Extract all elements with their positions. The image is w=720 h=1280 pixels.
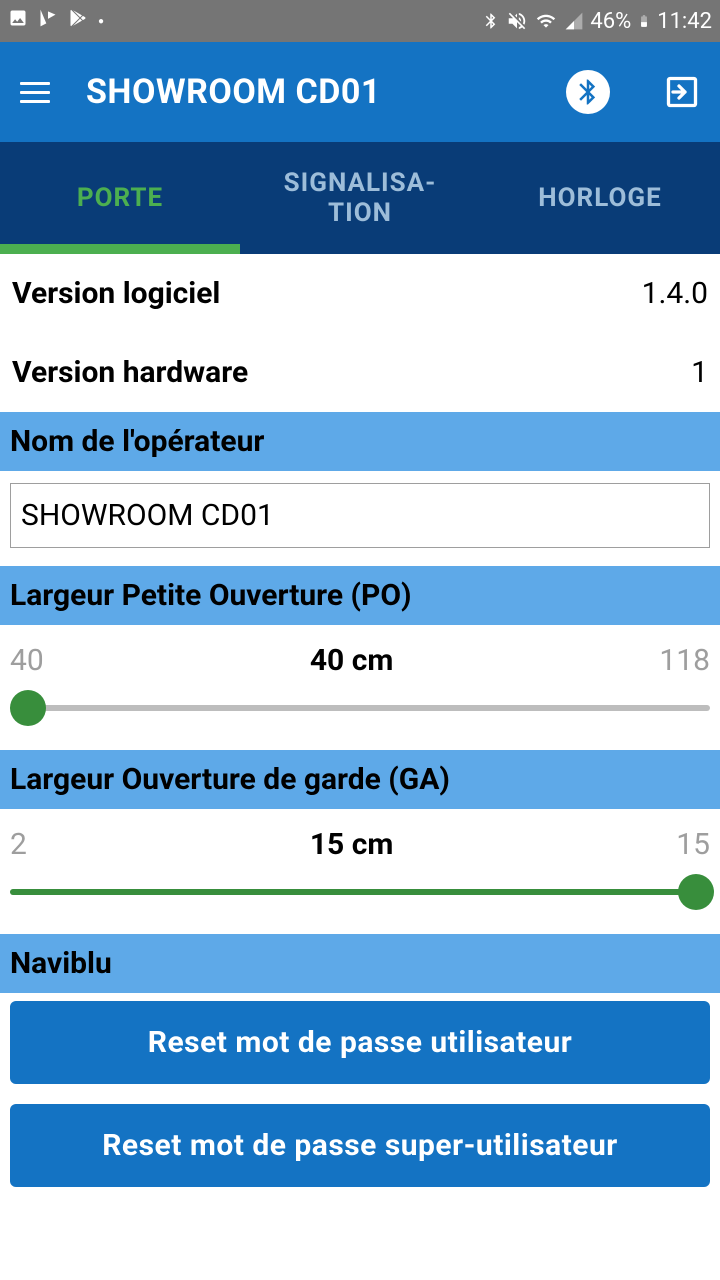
ga-header: Largeur Ouverture de garde (GA): [0, 750, 720, 809]
play-store-icon: [68, 8, 88, 34]
tab-label: HORLOGE: [538, 183, 661, 213]
ga-max: 15: [676, 827, 710, 862]
naviblu-buttons: Reset mot de passe utilisateur Reset mot…: [0, 993, 720, 1195]
tab-signalisation[interactable]: SIGNALISA- TION: [240, 142, 480, 254]
reset-user-password-button[interactable]: Reset mot de passe utilisateur: [10, 1001, 710, 1084]
row-software-version: Version logiciel 1.4.0: [0, 254, 720, 333]
hardware-value: 1: [691, 355, 708, 390]
vibrate-mute-icon: [506, 10, 528, 32]
ga-track: [10, 889, 710, 895]
dot-icon: ●: [98, 16, 104, 27]
bluetooth-icon: [482, 10, 500, 32]
hardware-label: Version hardware: [12, 355, 248, 390]
row-hardware-version: Version hardware 1: [0, 333, 720, 412]
software-label: Version logiciel: [12, 276, 220, 311]
software-value: 1.4.0: [642, 276, 708, 311]
menu-icon[interactable]: [20, 82, 50, 103]
image-icon: [8, 8, 28, 34]
clock-time: 11:42: [657, 9, 712, 34]
ga-current: 15 cm: [310, 827, 394, 862]
tab-porte[interactable]: PORTE: [0, 142, 240, 254]
po-thumb[interactable]: [10, 690, 46, 726]
tab-label: PORTE: [77, 183, 163, 213]
ga-values: 2 15 cm 15: [10, 809, 710, 874]
reset-superuser-password-button[interactable]: Reset mot de passe super-utilisateur: [10, 1104, 710, 1187]
bluetooth-action-icon[interactable]: [566, 70, 610, 114]
status-left: ●: [8, 8, 104, 34]
app-bar: SHOWROOM CD01: [0, 42, 720, 142]
tab-label: SIGNALISA- TION: [284, 168, 437, 228]
section-operator-name: Nom de l'opérateur: [0, 412, 720, 471]
android-status-bar: ● 46% 11:42: [0, 0, 720, 42]
section-ga: Largeur Ouverture de garde (GA) 2 15 cm …: [0, 750, 720, 934]
signal-icon: [564, 11, 584, 31]
battery-percent: 46%: [590, 9, 631, 34]
tab-indicator: [0, 244, 240, 254]
page-title: SHOWROOM CD01: [86, 72, 530, 112]
tab-horloge[interactable]: HORLOGE: [480, 142, 720, 254]
po-slider[interactable]: [10, 690, 710, 726]
operator-input-wrap: [0, 471, 720, 566]
tab-bar: PORTE SIGNALISA- TION HORLOGE: [0, 142, 720, 254]
section-po: Largeur Petite Ouverture (PO) 40 40 cm 1…: [0, 566, 720, 750]
wifi-icon: [534, 11, 558, 31]
operator-name-input[interactable]: [10, 483, 710, 548]
po-current: 40 cm: [310, 643, 394, 678]
ga-fill: [10, 889, 710, 895]
section-naviblu: Naviblu: [0, 934, 720, 993]
po-values: 40 40 cm 118: [10, 625, 710, 690]
po-min: 40: [10, 643, 44, 678]
po-max: 118: [659, 643, 710, 678]
ga-slider[interactable]: [10, 874, 710, 910]
ga-thumb[interactable]: [678, 874, 714, 910]
status-right: 46% 11:42: [482, 9, 712, 34]
play-check-icon: [38, 8, 58, 34]
content-area: Version logiciel 1.4.0 Version hardware …: [0, 254, 720, 1195]
po-header: Largeur Petite Ouverture (PO): [0, 566, 720, 625]
exit-icon[interactable]: [664, 74, 700, 110]
po-track: [10, 705, 710, 711]
battery-icon: [637, 10, 651, 32]
ga-min: 2: [10, 827, 27, 862]
